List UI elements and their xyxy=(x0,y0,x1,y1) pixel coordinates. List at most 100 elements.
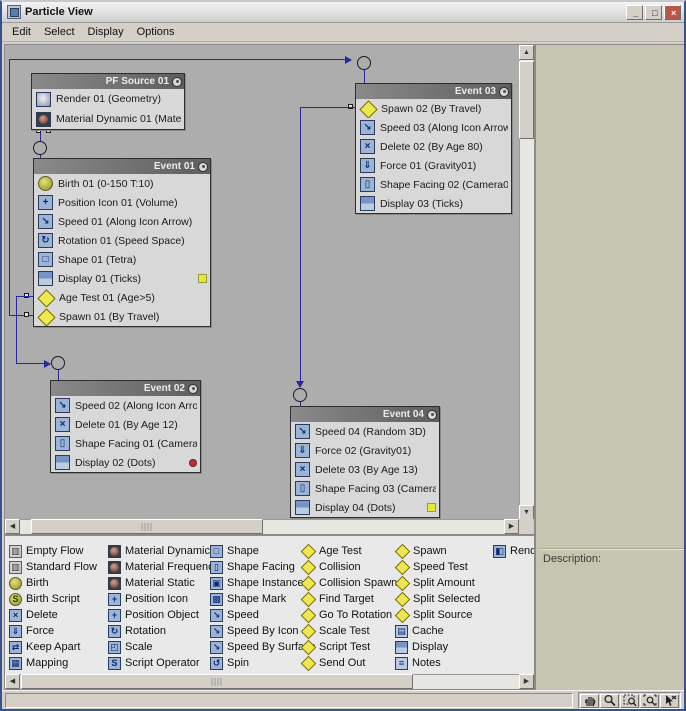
depot-horizontal-scrollbar[interactable]: ◀ ▶ xyxy=(5,674,534,689)
node-title-bar[interactable]: PF Source 01 xyxy=(32,74,184,89)
depot-item-split-source[interactable]: Split Source xyxy=(395,607,480,623)
pan-tool-button[interactable] xyxy=(580,694,599,708)
operator-row-display-02[interactable]: Display 02 (Dots) xyxy=(51,453,200,472)
depot-item-position-object[interactable]: +Position Object xyxy=(108,607,219,623)
operator-row-spawn-01[interactable]: Spawn 01 (By Travel) xyxy=(34,307,210,326)
title-bar[interactable]: Particle View _ □ × xyxy=(2,2,684,23)
depot-item-collision-spawn[interactable]: Collision Spawn xyxy=(301,575,397,591)
depot-item-speed-test[interactable]: Speed Test xyxy=(395,559,480,575)
node-title-bar[interactable]: Event 01 xyxy=(34,159,210,174)
depot-item-script-test[interactable]: Script Test xyxy=(301,639,397,655)
depot-item-material-dynamic[interactable]: Material Dynamic xyxy=(108,543,219,559)
canvas-vertical-scrollbar[interactable]: ▲ ▼ xyxy=(519,45,534,520)
node-event-02[interactable]: Event 02↘Speed 02 (Along Icon Arrow)×Del… xyxy=(50,380,201,473)
operator-row-display-03[interactable]: Display 03 (Ticks) xyxy=(356,194,511,213)
depot-item-material-frequency[interactable]: Material Frequency xyxy=(108,559,219,575)
event03-input-circle[interactable] xyxy=(357,56,371,70)
depot-item-scale-test[interactable]: Scale Test xyxy=(301,623,397,639)
minimize-button[interactable]: _ xyxy=(626,5,643,20)
depot-item-empty-flow[interactable]: ▥Empty Flow xyxy=(9,543,97,559)
menu-options[interactable]: Options xyxy=(133,25,184,40)
event01-input-circle[interactable] xyxy=(33,141,47,155)
operator-row-shape-facing-03[interactable]: ▯Shape Facing 03 (Camera01) xyxy=(291,479,439,498)
node-pf-source-01[interactable]: PF Source 01Render 01 (Geometry)Material… xyxy=(31,73,185,130)
operator-row-material-dynamic-01[interactable]: Material Dynamic 01 (Materi... xyxy=(32,109,184,129)
menu-edit[interactable]: Edit xyxy=(8,25,40,40)
operator-row-force-02[interactable]: ⇓Force 02 (Gravity01) xyxy=(291,441,439,460)
operator-row-speed-02[interactable]: ↘Speed 02 (Along Icon Arrow) xyxy=(51,396,200,415)
depot-item-birth[interactable]: Birth xyxy=(9,575,97,591)
scroll-left-button[interactable]: ◀ xyxy=(5,519,20,534)
node-title-bar[interactable]: Event 02 xyxy=(51,381,200,396)
depot-item-script-operator[interactable]: SScript Operator xyxy=(108,655,219,671)
operator-row-shape-01[interactable]: □Shape 01 (Tetra) xyxy=(34,250,210,269)
connector-stub[interactable] xyxy=(24,312,29,317)
zoom-region-tool-button[interactable] xyxy=(620,694,639,708)
event02-input-circle[interactable] xyxy=(51,356,65,370)
menu-display[interactable]: Display xyxy=(84,25,133,40)
zoom-tool-button[interactable] xyxy=(600,694,619,708)
operator-row-delete-03[interactable]: ×Delete 03 (By Age 13) xyxy=(291,460,439,479)
depot-item-material-static[interactable]: Material Static xyxy=(108,575,219,591)
depot-item-rotation[interactable]: ↻Rotation xyxy=(108,623,219,639)
operator-row-shape-facing-02[interactable]: ▯Shape Facing 02 (Camera01) xyxy=(356,175,511,194)
operator-depot[interactable]: ▥Empty Flow▥Standard FlowBirthSBirth Scr… xyxy=(4,535,535,690)
node-event-04[interactable]: Event 04↘Speed 04 (Random 3D)⇓Force 02 (… xyxy=(290,406,440,518)
close-button[interactable]: × xyxy=(664,5,681,20)
depot-item-scale[interactable]: ◰Scale xyxy=(108,639,219,655)
operator-row-force-01[interactable]: ⇓Force 01 (Gravity01) xyxy=(356,156,511,175)
horizontal-scroll-thumb[interactable] xyxy=(31,519,263,534)
operator-row-delete-02[interactable]: ×Delete 02 (By Age 80) xyxy=(356,137,511,156)
menu-select[interactable]: Select xyxy=(40,25,84,40)
scroll-up-button[interactable]: ▲ xyxy=(519,45,534,60)
operator-row-birth-01[interactable]: Birth 01 (0-150 T:10) xyxy=(34,174,210,193)
operator-row-spawn-02[interactable]: Spawn 02 (By Travel) xyxy=(356,99,511,118)
depot-item-display[interactable]: Display xyxy=(395,639,480,655)
depot-item-age-test[interactable]: Age Test xyxy=(301,543,397,559)
depot-item-keep-apart[interactable]: ⇄Keep Apart xyxy=(9,639,97,655)
depot-item-collision[interactable]: Collision xyxy=(301,559,397,575)
event04-input-circle[interactable] xyxy=(293,388,307,402)
depot-item-standard-flow[interactable]: ▥Standard Flow xyxy=(9,559,97,575)
no-zoom-tool-button[interactable] xyxy=(660,694,679,708)
operator-row-shape-facing-01[interactable]: ▯Shape Facing 01 (Camera01) xyxy=(51,434,200,453)
depot-item-delete[interactable]: ×Delete xyxy=(9,607,97,623)
scroll-down-button[interactable]: ▼ xyxy=(519,505,534,520)
node-event-03[interactable]: Event 03Spawn 02 (By Travel)↘Speed 03 (A… xyxy=(355,83,512,214)
depot-scroll-thumb[interactable] xyxy=(21,674,413,689)
operator-row-speed-03[interactable]: ↘Speed 03 (Along Icon Arrow) xyxy=(356,118,511,137)
canvas-horizontal-scrollbar[interactable]: ◀ ▶ xyxy=(5,519,519,534)
depot-item-go-to-rotation[interactable]: Go To Rotation xyxy=(301,607,397,623)
depot-item-cache[interactable]: ▤Cache xyxy=(395,623,480,639)
event-display-canvas[interactable]: PF Source 01Render 01 (Geometry)Material… xyxy=(4,44,535,535)
node-title-bar[interactable]: Event 03 xyxy=(356,84,511,99)
zoom-extents-tool-button[interactable] xyxy=(640,694,659,708)
operator-row-display-04[interactable]: Display 04 (Dots) xyxy=(291,498,439,517)
node-event-01[interactable]: Event 01Birth 01 (0-150 T:10)+Position I… xyxy=(33,158,211,327)
depot-item-mapping[interactable]: ▦Mapping xyxy=(9,655,97,671)
depot-scroll-right-button[interactable]: ▶ xyxy=(519,674,534,689)
maximize-button[interactable]: □ xyxy=(645,5,662,20)
depot-item-send-out[interactable]: Send Out xyxy=(301,655,397,671)
depot-item-split-selected[interactable]: Split Selected xyxy=(395,591,480,607)
scroll-right-button[interactable]: ▶ xyxy=(504,519,519,534)
depot-item-force[interactable]: ⇓Force xyxy=(9,623,97,639)
depot-item-split-amount[interactable]: Split Amount xyxy=(395,575,480,591)
depot-item-render[interactable]: ◧Render xyxy=(493,543,535,559)
depot-item-position-icon[interactable]: +Position Icon xyxy=(108,591,219,607)
depot-item-birth-script[interactable]: SBirth Script xyxy=(9,591,97,607)
operator-row-speed-04[interactable]: ↘Speed 04 (Random 3D) xyxy=(291,422,439,441)
operator-row-render-01[interactable]: Render 01 (Geometry) xyxy=(32,89,184,109)
depot-item-notes[interactable]: ≡Notes xyxy=(395,655,480,671)
vertical-scroll-thumb[interactable] xyxy=(519,61,534,139)
operator-row-age-test-01[interactable]: Age Test 01 (Age>5) xyxy=(34,288,210,307)
depot-item-spawn[interactable]: Spawn xyxy=(395,543,480,559)
depot-scroll-left-button[interactable]: ◀ xyxy=(5,674,20,689)
depot-item-find-target[interactable]: Find Target xyxy=(301,591,397,607)
operator-row-position-icon-01[interactable]: +Position Icon 01 (Volume) xyxy=(34,193,210,212)
operator-row-rotation-01[interactable]: ↻Rotation 01 (Speed Space) xyxy=(34,231,210,250)
operator-row-display-01[interactable]: Display 01 (Ticks) xyxy=(34,269,210,288)
operator-row-speed-01[interactable]: ↘Speed 01 (Along Icon Arrow) xyxy=(34,212,210,231)
operator-row-delete-01[interactable]: ×Delete 01 (By Age 12) xyxy=(51,415,200,434)
node-title-bar[interactable]: Event 04 xyxy=(291,407,439,422)
